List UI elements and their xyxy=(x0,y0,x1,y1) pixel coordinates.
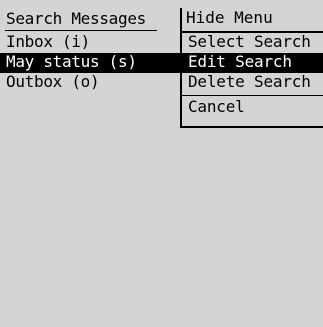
list-item-outbox[interactable]: Outbox (o) xyxy=(0,73,180,93)
list-item-inbox[interactable]: Inbox (i) xyxy=(0,33,180,53)
menu-item-edit-search[interactable]: Edit Search xyxy=(182,53,323,73)
menu-hide-item[interactable]: Hide Menu xyxy=(182,8,323,31)
page-title: Search Messages xyxy=(6,9,146,28)
list-item-may-status[interactable]: May status (s) xyxy=(0,53,180,73)
title-divider xyxy=(5,30,157,31)
menu-item-cancel[interactable]: Cancel xyxy=(182,98,323,118)
blackberry-screen: Search Messages Inbox (i) May status (s)… xyxy=(0,0,323,327)
menu-item-select-search[interactable]: Select Search xyxy=(182,33,323,53)
context-menu: Hide Menu Select Search Edit Search Dele… xyxy=(180,8,323,128)
menu-item-delete-search[interactable]: Delete Search xyxy=(182,73,323,93)
saved-search-list: Inbox (i) May status (s) Outbox (o) xyxy=(0,33,180,93)
menu-divider xyxy=(182,95,323,96)
